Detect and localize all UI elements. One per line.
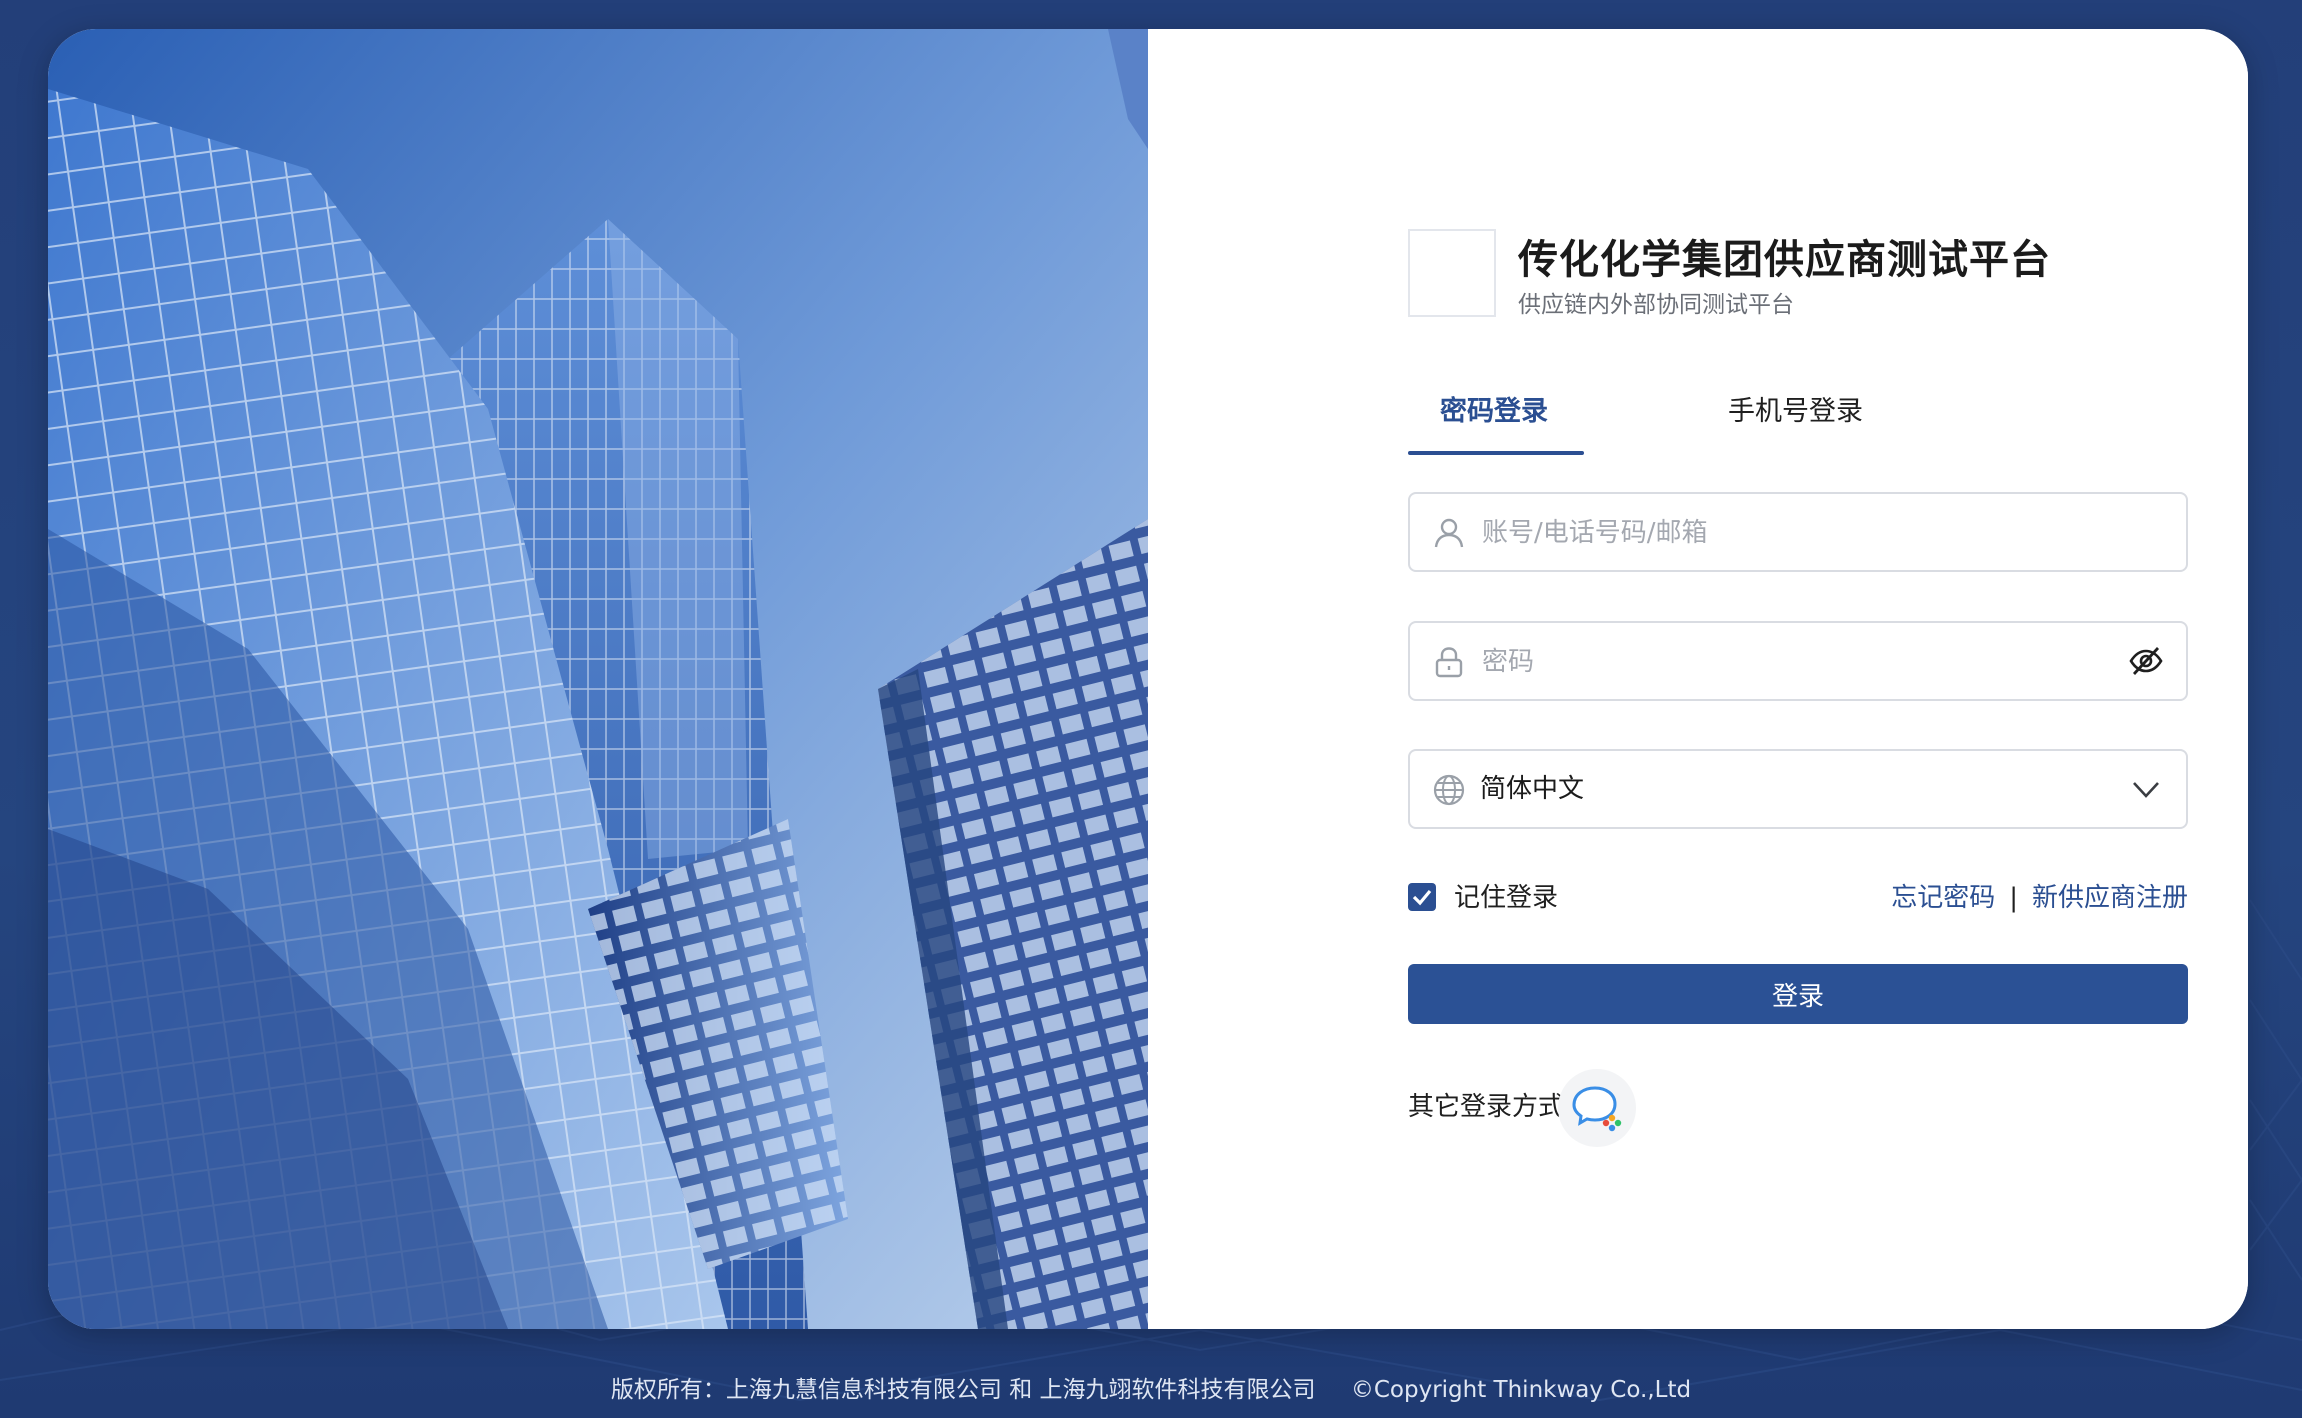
active-tab-indicator <box>1408 451 1584 455</box>
language-select-value: 简体中文 <box>1480 774 1585 804</box>
wechat-work-icon <box>1572 1086 1622 1132</box>
login-button[interactable]: 登录 <box>1408 964 2188 1024</box>
password-field <box>1408 621 2188 701</box>
login-tabs: 密码登录 手机号登录 <box>1408 369 2188 455</box>
link-separator: | <box>2009 883 2018 913</box>
lock-icon <box>1435 647 1463 678</box>
language-select[interactable]: 简体中文 <box>1408 749 2188 829</box>
forgot-password-link[interactable]: 忘记密码 <box>1891 883 1995 913</box>
globe-icon <box>1433 774 1465 806</box>
other-login-label: 其它登录方式: <box>1408 1092 1573 1122</box>
login-card: 传化化学集团供应商测试平台 供应链内外部协同测试平台 密码登录 手机号登录 账号… <box>48 29 2248 1329</box>
page-title: 传化化学集团供应商测试平台 <box>1518 237 2051 283</box>
page-subtitle: 供应链内外部协同测试平台 <box>1518 292 1794 318</box>
remember-label: 记住登录 <box>1454 883 1559 913</box>
skyscraper-illustration <box>48 29 1148 1329</box>
copyright-cn: 版权所有：上海九慧信息科技有限公司 和 上海九翊软件科技有限公司 <box>610 1377 1316 1403</box>
remember-checkbox[interactable] <box>1408 883 1436 911</box>
copyright-en: ©Copyright Thinkway Co.,Ltd <box>1350 1377 1692 1403</box>
account-field <box>1408 492 2188 572</box>
eye-off-icon[interactable] <box>2128 643 2164 679</box>
tab-phone-login[interactable]: 手机号登录 <box>1728 369 1863 455</box>
chevron-down-icon <box>2133 782 2159 798</box>
password-input[interactable] <box>1480 623 2104 701</box>
hero-image <box>48 29 1148 1329</box>
user-icon <box>1434 518 1464 548</box>
copyright-footer: 版权所有：上海九慧信息科技有限公司 和 上海九翊软件科技有限公司 ©Copyri… <box>0 1370 2302 1404</box>
account-input[interactable] <box>1480 494 2104 572</box>
tab-password-login[interactable]: 密码登录 <box>1440 369 1548 455</box>
login-page: 传化化学集团供应商测试平台 供应链内外部协同测试平台 密码登录 手机号登录 账号… <box>0 0 2302 1418</box>
company-logo <box>1408 229 1496 317</box>
register-link[interactable]: 新供应商注册 <box>2032 883 2188 913</box>
wechat-work-login-button[interactable] <box>1558 1069 1636 1147</box>
account-links: 忘记密码 | 新供应商注册 <box>1891 881 2188 915</box>
checkmark-icon <box>1412 889 1432 906</box>
login-panel: 传化化学集团供应商测试平台 供应链内外部协同测试平台 密码登录 手机号登录 账号… <box>1148 29 2248 1329</box>
